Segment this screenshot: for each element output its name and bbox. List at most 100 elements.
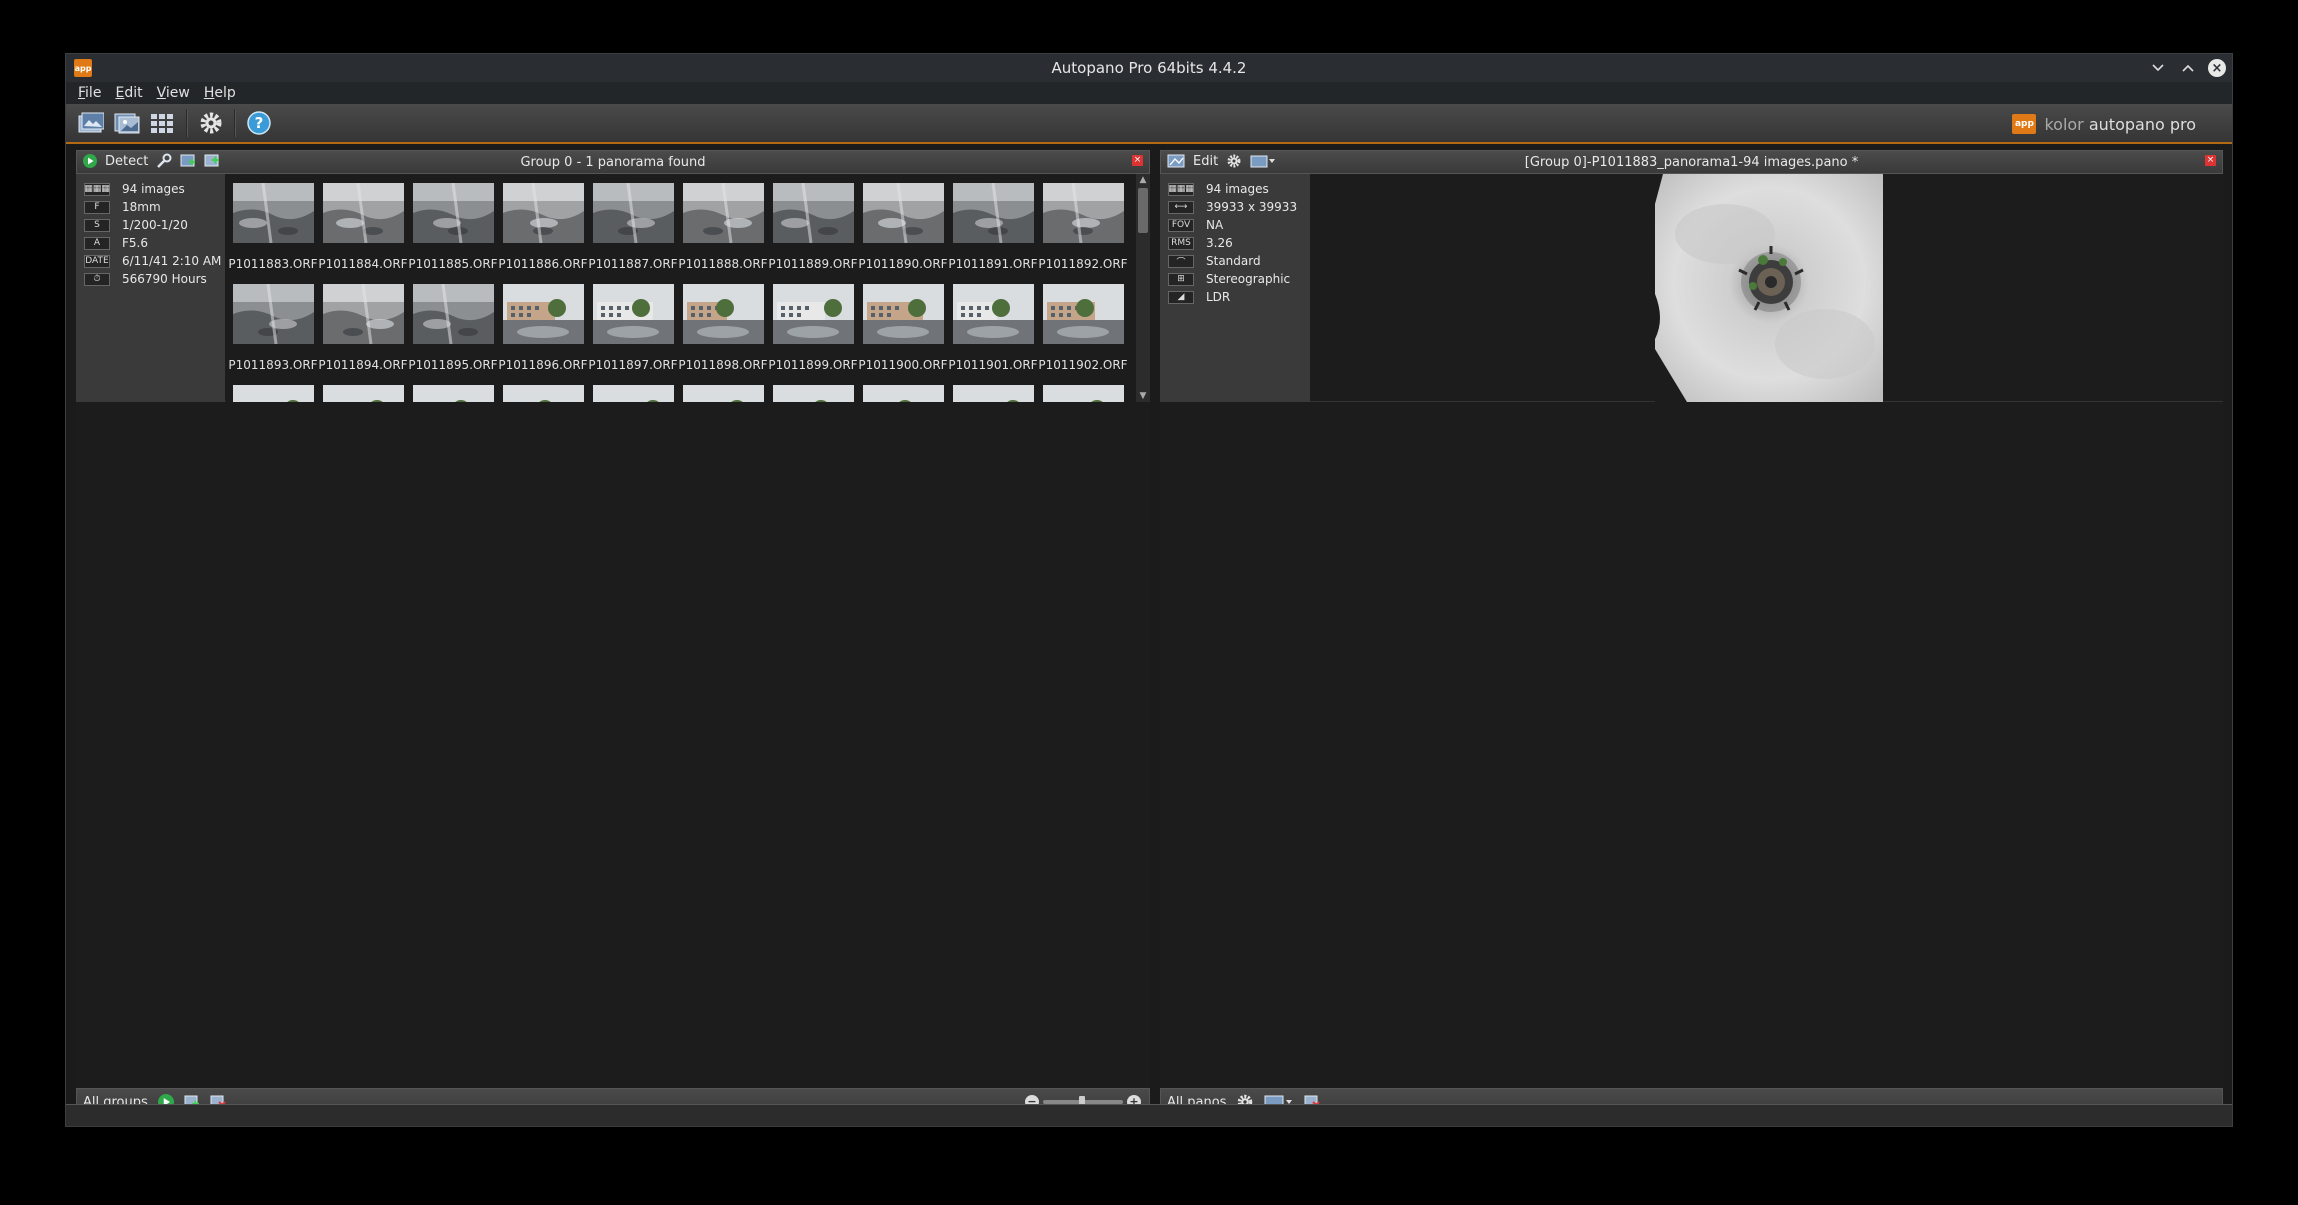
settings-button[interactable]	[196, 108, 226, 138]
thumbnail-item[interactable]	[498, 385, 588, 402]
close-group-button[interactable]: ×	[1132, 155, 1143, 166]
thumbnail-item[interactable]	[678, 385, 768, 402]
thumbnail-item[interactable]: P1011897.ORF	[588, 284, 678, 385]
info-focal: F 18mm	[76, 198, 225, 216]
menu-file[interactable]: File	[78, 85, 101, 101]
menu-view[interactable]: View	[157, 85, 190, 101]
add-image-icon[interactable]	[180, 153, 196, 169]
thumbnail-scrollbar[interactable]: ▲ ▼	[1136, 174, 1150, 402]
thumbnail-filename: P1011900.ORF	[858, 358, 948, 372]
close-pano-button[interactable]: ×	[2205, 155, 2216, 166]
thumbnail-item[interactable]: P1011900.ORF	[858, 284, 948, 385]
status-bar	[66, 1104, 2232, 1126]
thumbnail-item[interactable]: P1011893.ORF	[228, 284, 318, 385]
svg-text:?: ?	[255, 114, 264, 132]
thumbnail-filename: P1011899.ORF	[768, 358, 858, 372]
batch-render-button[interactable]	[148, 108, 178, 138]
gear-icon[interactable]	[1226, 153, 1242, 169]
thumbnail-item[interactable]: P1011895.ORF	[408, 284, 498, 385]
thumbnail-item[interactable]: P1011885.ORF	[408, 183, 498, 284]
thumbnail-image	[862, 183, 944, 243]
thumbnail-item[interactable]: P1011891.ORF	[948, 183, 1038, 284]
thumbnail-image	[412, 183, 494, 243]
info-value: F5.6	[122, 236, 148, 250]
add-group-icon[interactable]	[204, 153, 220, 169]
title-bar[interactable]: app Autopano Pro 64bits 4.4.2 ×	[66, 54, 2232, 82]
scroll-down-icon[interactable]: ▼	[1136, 390, 1150, 402]
menu-help[interactable]: Help	[204, 85, 236, 101]
edit-pano-icon[interactable]	[1167, 154, 1185, 168]
groups-panel: Detect Group 0 - 1 panorama found × ▦▦▦ 9…	[76, 150, 1150, 1116]
thumbnail-filename: P1011892.ORF	[1038, 257, 1128, 271]
detect-button[interactable]: Detect	[105, 154, 148, 169]
app-window: app Autopano Pro 64bits 4.4.2 × File Edi…	[65, 53, 2233, 1127]
info-lens: ⌒ Standard	[1160, 252, 1310, 270]
thumbnail-item[interactable]: P1011889.ORF	[768, 183, 858, 284]
thumbnail-item[interactable]: P1011892.ORF	[1038, 183, 1128, 284]
images-icon	[114, 113, 140, 134]
clock-icon: ⏱	[84, 272, 110, 286]
thumbnail-item[interactable]: P1011902.ORF	[1038, 284, 1128, 385]
thumbnail-item[interactable]	[1038, 385, 1128, 402]
thumbnail-item[interactable]	[858, 385, 948, 402]
thumbnail-filename: P1011886.ORF	[498, 257, 588, 271]
close-button[interactable]: ×	[2208, 59, 2226, 77]
scroll-up-icon[interactable]: ▲	[1136, 174, 1150, 186]
info-value: Stereographic	[1206, 272, 1291, 286]
info-images: ▦▦▦ 94 images	[76, 180, 225, 198]
panoramas-panel: Edit [Group 0]-P1011883_panorama1-94 ima…	[1160, 150, 2223, 1116]
lens-icon: ⌒	[1168, 254, 1194, 268]
thumbnail-image	[592, 385, 674, 402]
thumbnail-area[interactable]: P1011883.ORF P1011884.ORF P1011885.ORF P101…	[226, 174, 1136, 402]
thumbnail-image	[412, 284, 494, 344]
help-icon: ?	[247, 111, 271, 135]
thumbnail-image	[682, 284, 764, 344]
thumbnail-item[interactable]: P1011890.ORF	[858, 183, 948, 284]
thumbnail-item[interactable]: P1011888.ORF	[678, 183, 768, 284]
thumbnail-item[interactable]: P1011899.ORF	[768, 284, 858, 385]
thumbnail-filename: P1011890.ORF	[858, 257, 948, 271]
thumbnail-item[interactable]: P1011886.ORF	[498, 183, 588, 284]
thumbnail-filename: P1011891.ORF	[948, 257, 1038, 271]
thumbnail-item[interactable]: P1011883.ORF	[228, 183, 318, 284]
minimize-button[interactable]	[2148, 58, 2168, 78]
thumbnail-grid: P1011883.ORF P1011884.ORF P1011885.ORF P101…	[226, 174, 1136, 402]
select-images-button[interactable]	[76, 108, 106, 138]
menu-edit[interactable]: Edit	[115, 85, 142, 101]
thumbnail-item[interactable]	[588, 385, 678, 402]
thumbnail-item[interactable]	[228, 385, 318, 402]
fov-icon: FOV	[1168, 218, 1194, 232]
app-icon[interactable]: app	[74, 59, 92, 77]
thumbnail-item[interactable]	[768, 385, 858, 402]
thumbnail-item[interactable]	[948, 385, 1038, 402]
group-title: Group 0 - 1 panorama found	[520, 154, 706, 170]
thumbnail-item[interactable]: P1011898.ORF	[678, 284, 768, 385]
wrench-icon[interactable]	[156, 153, 172, 169]
maximize-button[interactable]	[2178, 58, 2198, 78]
select-folder-button[interactable]	[112, 108, 142, 138]
pano-info: ▦▦▦ 94 images ⟷ 39933 x 39933 FOV NA RMS 3.2…	[1160, 174, 1310, 402]
thumbnail-filename: P1011898.ORF	[678, 358, 768, 372]
info-images: ▦▦▦ 94 images	[1160, 180, 1310, 198]
thumbnail-item[interactable]: P1011884.ORF	[318, 183, 408, 284]
edit-button[interactable]: Edit	[1193, 154, 1218, 169]
help-button[interactable]: ?	[244, 108, 274, 138]
thumbnail-item[interactable]: P1011896.ORF	[498, 284, 588, 385]
thumbnail-item[interactable]: P1011901.ORF	[948, 284, 1038, 385]
info-size: ⟷ 39933 x 39933	[1160, 198, 1310, 216]
thumbnail-item[interactable]	[408, 385, 498, 402]
render-dropdown-icon[interactable]	[1250, 154, 1276, 168]
thumbnail-image	[232, 183, 314, 243]
play-icon[interactable]	[83, 154, 97, 168]
scroll-thumb[interactable]	[1138, 188, 1148, 233]
thumbnail-image	[592, 183, 674, 243]
thumbnail-item[interactable]: P1011894.ORF	[318, 284, 408, 385]
thumbnail-item[interactable]	[318, 385, 408, 402]
thumbnail-item[interactable]: P1011887.ORF	[588, 183, 678, 284]
pano-title: [Group 0]-P1011883_panorama1-94 images.p…	[1524, 154, 1859, 170]
info-value: 1/200-1/20	[122, 218, 188, 232]
info-value: 18mm	[122, 200, 161, 214]
thumbnail-filename: P1011895.ORF	[408, 358, 498, 372]
thumbnail-filename: P1011893.ORF	[228, 358, 318, 372]
panorama-preview[interactable]	[1655, 174, 1883, 402]
